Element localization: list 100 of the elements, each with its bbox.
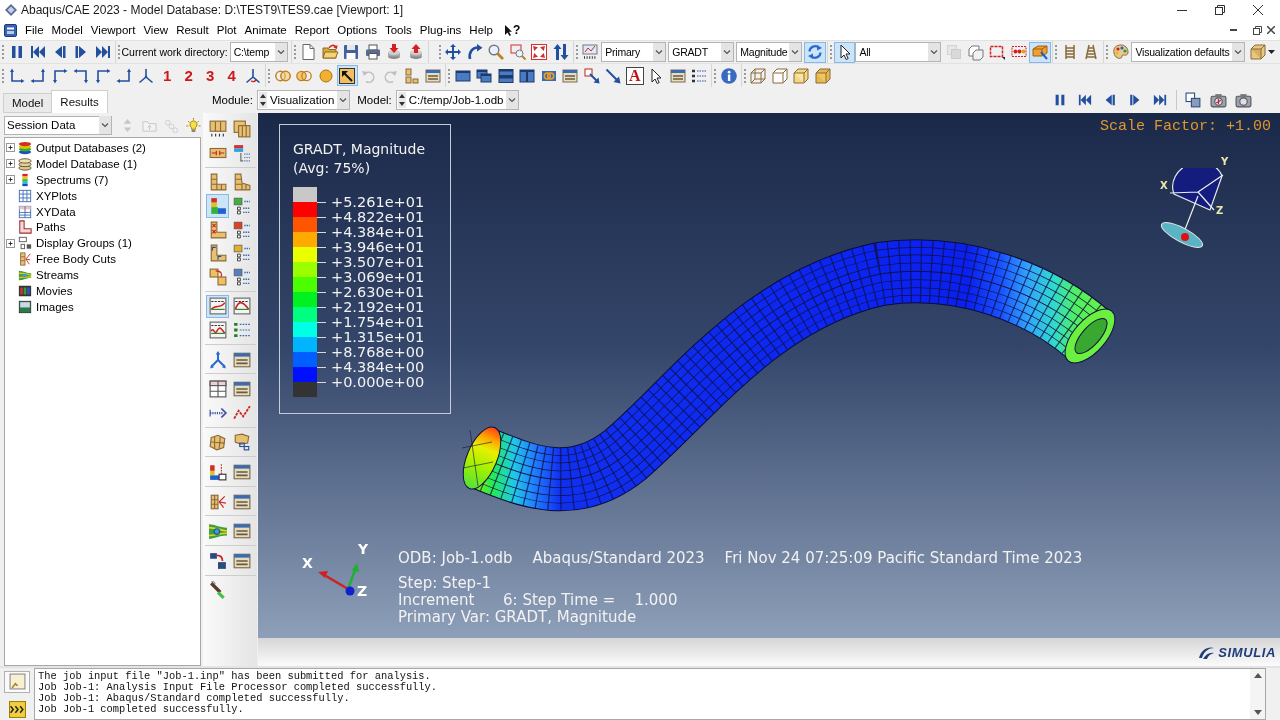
solid-cube-icon: [814, 67, 831, 84]
new-file-icon: [300, 44, 317, 60]
options-list-icon: [232, 321, 251, 340]
menu-item[interactable]: Help: [465, 21, 497, 39]
annotation-arrow-button[interactable]: [581, 65, 603, 86]
module-label: Module:: [212, 94, 253, 106]
menu-item[interactable]: Plot: [212, 21, 241, 39]
close-button[interactable]: [1264, 23, 1278, 37]
animation-wave-button[interactable]: [206, 318, 229, 342]
menu-item[interactable]: Tools: [380, 21, 416, 39]
light-bulb-button[interactable]: [183, 115, 203, 135]
menu-item[interactable]: Report: [290, 21, 334, 39]
layered-list-icon: [232, 143, 251, 162]
tree-item[interactable]: Paths: [5, 219, 66, 236]
dropdown[interactable]: Visualization defaults: [1131, 42, 1245, 62]
menu-item[interactable]: Result: [172, 21, 213, 39]
pointer-button[interactable]: [833, 41, 856, 63]
dropdown[interactable]: GRADT: [668, 42, 735, 62]
tree-item[interactable]: XYPlots: [5, 187, 77, 204]
message-line: The job input file "Job-1.inp" has been submitted for analysis.: [38, 671, 431, 682]
window-menu-icon[interactable]: [4, 23, 17, 37]
box-pointer-button[interactable]: [1029, 41, 1051, 63]
database-arrow-icon: [407, 44, 424, 60]
dropdown[interactable]: C:\temp: [229, 42, 288, 62]
expand-icon[interactable]: [6, 143, 15, 153]
tree-item[interactable]: XYData: [5, 203, 76, 220]
menu-item[interactable]: Animate: [240, 21, 291, 39]
scroll-down-icon[interactable]: [1253, 710, 1262, 715]
ply-stack-icon: [208, 267, 227, 286]
numbered-grid-icon: [208, 120, 227, 139]
solid-cube-button[interactable]: [812, 65, 834, 86]
camera-icon: [1210, 91, 1227, 109]
sync-arrows-button[interactable]: [804, 41, 826, 63]
tree-item[interactable]: Free Body Cuts: [5, 251, 116, 268]
info-button[interactable]: [718, 65, 740, 86]
menu-item[interactable]: Options: [333, 21, 381, 39]
window-list-icon: [232, 350, 251, 369]
dropdown[interactable]: All: [855, 42, 942, 62]
view-button[interactable]: 1: [156, 65, 178, 86]
menu-item[interactable]: Plug-ins: [415, 21, 466, 39]
whats-this-button[interactable]: ?: [503, 21, 523, 39]
tree-item[interactable]: Display Groups (1): [5, 235, 132, 252]
dropdown[interactable]: Visualization: [256, 90, 351, 110]
menu-item[interactable]: Model: [47, 21, 87, 39]
dropdown[interactable]: C:/temp/Job-1.odb: [395, 90, 520, 110]
dropdown[interactable]: Primary: [601, 42, 667, 62]
tree-item[interactable]: Model Database (1): [5, 155, 137, 172]
options-list-button[interactable]: [230, 265, 253, 289]
view-button[interactable]: 4: [221, 65, 243, 86]
tree-item[interactable]: Movies: [5, 283, 73, 299]
arrow-tool-button[interactable]: [336, 65, 358, 86]
info-icon: [720, 67, 737, 84]
expand-icon[interactable]: [6, 238, 15, 248]
menu-item[interactable]: File: [21, 21, 48, 39]
fit-view-icon: [531, 44, 548, 60]
message-log-icon: [8, 673, 26, 691]
tab[interactable]: Model: [3, 93, 53, 113]
window-list-icon: [232, 551, 251, 570]
axis-label: X: [1160, 181, 1168, 191]
tree-item[interactable]: Images: [5, 298, 74, 315]
options-list-button[interactable]: [230, 194, 253, 218]
menu-item[interactable]: Viewport: [86, 21, 140, 39]
dropdown[interactable]: Session Data: [4, 115, 112, 135]
shaded-cube-button[interactable]: [790, 65, 812, 86]
message-line: Job Job-1: Abaqus/Standard completed successfully.: [38, 693, 351, 704]
message-tab[interactable]: [4, 671, 30, 693]
odb-name-text: ODB: Job-1.odb: [398, 550, 513, 567]
triad-icon: [208, 350, 227, 369]
tree-item[interactable]: Spectrums (7): [5, 171, 109, 188]
outline-cube-button[interactable]: [769, 65, 791, 86]
box-zoom-icon: [509, 44, 526, 60]
tab[interactable]: Results: [51, 90, 108, 113]
tree-item[interactable]: Streams: [5, 267, 79, 283]
animation-curve-button[interactable]: [206, 294, 229, 319]
palette-icon: [1112, 44, 1129, 60]
skip-forward-icon: [94, 44, 111, 60]
menu-item[interactable]: View: [139, 21, 173, 39]
axes-icon: [116, 67, 133, 84]
view-button[interactable]: 2: [178, 65, 200, 86]
box-pointer-icon: [1032, 44, 1049, 60]
expand-icon[interactable]: [6, 159, 15, 169]
step-forward-icon: [1127, 93, 1142, 107]
triad-icon: [137, 67, 154, 84]
scrollbar[interactable]: [1250, 669, 1265, 719]
scroll-up-icon[interactable]: [1253, 673, 1262, 678]
display-group-icon: [18, 236, 32, 251]
window-title: Abaqus/CAE 2023 - Model Database: D:\TEST9\TES9.cae [Viewport: 1]: [21, 3, 403, 17]
annotation-arrow-icon: [583, 67, 600, 84]
xy-table-icon: [208, 380, 227, 399]
contour-l-button[interactable]: [206, 194, 229, 218]
dropdown[interactable]: Magnitude: [736, 42, 803, 62]
tree-item[interactable]: Output Databases (2): [5, 140, 146, 156]
cubes-outline-icon: [967, 44, 984, 60]
wireframe-cube-button[interactable]: [747, 65, 769, 86]
text-tool-button[interactable]: A: [625, 66, 644, 85]
ply-stack-button[interactable]: [206, 265, 229, 289]
film-strip-icon: [18, 283, 32, 298]
view-button[interactable]: 3: [199, 65, 221, 86]
expand-icon[interactable]: [6, 175, 15, 185]
restore-button[interactable]: [1250, 23, 1264, 37]
